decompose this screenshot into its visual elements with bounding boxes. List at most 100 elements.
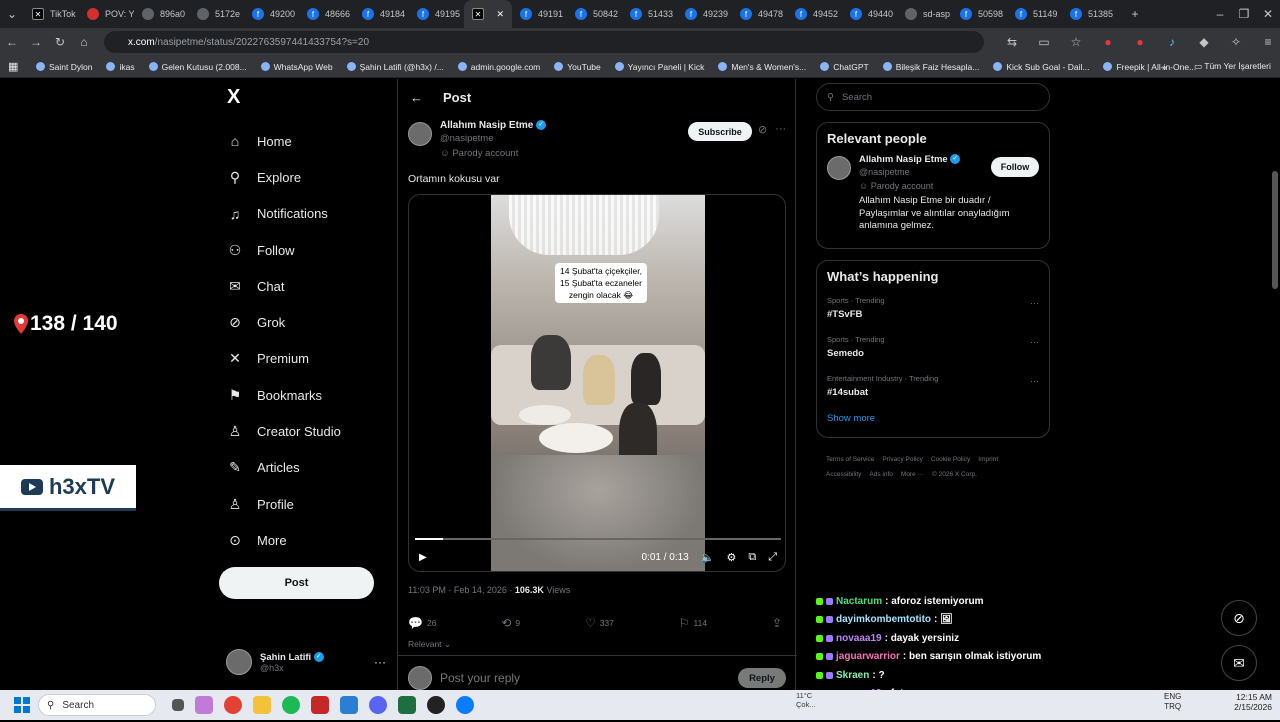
author-handle[interactable]: @nasipetme	[440, 133, 546, 144]
browser-tab[interactable]: f 51385	[1062, 0, 1117, 28]
chat-username[interactable]: jaguarwarrior	[836, 651, 900, 662]
back-icon[interactable]: ←	[0, 30, 24, 54]
extensions-puzzle-icon[interactable]: ✧	[1224, 30, 1248, 54]
browser-tab[interactable]: ✕ ✕	[464, 0, 512, 28]
volume-icon[interactable]: 🔈	[701, 551, 715, 564]
reply-sort-dropdown[interactable]: Relevant ⌄	[408, 639, 451, 650]
file-explorer-icon[interactable]	[253, 696, 271, 714]
grok-icon[interactable]: ⊘	[758, 123, 767, 136]
bookmark-item[interactable]: Şahin Latifi (@h3x) /...	[346, 62, 444, 72]
weather-widget[interactable]: 11°C Çok...	[796, 691, 816, 709]
nav-item-chat[interactable]: ✉ Chat	[219, 268, 389, 304]
browser-tab[interactable]: sd-asp	[897, 0, 952, 28]
nav-item-bookmarks[interactable]: ⚑ Bookmarks	[219, 377, 389, 413]
settings-app-icon[interactable]	[340, 696, 358, 714]
subscribe-button[interactable]: Subscribe	[688, 122, 752, 141]
url-field[interactable]: x.com/nasipetme/status/20227635974414337…	[104, 31, 984, 53]
bookmark-item[interactable]: YouTube	[554, 62, 601, 72]
all-bookmarks-folder[interactable]: ▭ Tüm Yer İşaretleri	[1194, 61, 1271, 72]
browser-tab[interactable]: f 49440	[842, 0, 897, 28]
browser-tab[interactable]: f 50598	[952, 0, 1007, 28]
scrollbar-thumb[interactable]	[1272, 171, 1278, 289]
extension-blue-icon[interactable]: ♪	[1160, 30, 1184, 54]
footer-link[interactable]: Ads info	[869, 471, 893, 478]
trend-more-icon[interactable]: ···	[1030, 376, 1039, 386]
browser-tab[interactable]: f 49184	[354, 0, 409, 28]
x-logo[interactable]: X	[227, 86, 389, 109]
footer-link[interactable]: More ···	[901, 471, 924, 478]
chat-username[interactable]: dayimkombemtotito	[836, 614, 931, 625]
trend-item[interactable]: Entertainment Industry · Trending #14suba…	[817, 370, 1049, 409]
bookmark-item[interactable]: WhatsApp Web	[260, 62, 333, 72]
account-switcher[interactable]: Şahin Latifi ✓ @h3x ···	[226, 645, 386, 679]
footer-link[interactable]: Cookie Policy	[931, 456, 970, 463]
video-progress-bar[interactable]	[415, 538, 781, 540]
extension-red-icon[interactable]: ●	[1096, 30, 1120, 54]
nav-item-premium[interactable]: ✕ Premium	[219, 341, 389, 377]
nav-item-follow[interactable]: ⚇ Follow	[219, 232, 389, 268]
reply-input[interactable]	[440, 671, 730, 685]
browser-tab[interactable]: ✕ TikTok	[24, 0, 79, 28]
settings-gear-icon[interactable]: ⚙	[726, 551, 736, 564]
copilot-icon[interactable]	[195, 696, 213, 714]
nav-item-profile[interactable]: ♙ Profile	[219, 486, 389, 522]
new-tab-button[interactable]: +	[1123, 2, 1147, 26]
nav-item-grok[interactable]: ⊘ Grok	[219, 304, 389, 340]
footer-link[interactable]: Imprint	[978, 456, 998, 463]
play-icon[interactable]: ▶	[419, 552, 427, 563]
repost-action[interactable]: ⟲ 9	[501, 616, 520, 630]
post-author[interactable]: Allahım Nasip Etme ✓ @nasipetme ☺ Parody…	[408, 120, 547, 159]
obs-icon[interactable]	[427, 696, 445, 714]
browser-tab[interactable]: f 49195	[409, 0, 464, 28]
forward-icon[interactable]: →	[24, 30, 48, 54]
chat-username[interactable]: Skraen	[836, 670, 869, 681]
chat-username[interactable]: Nactarum	[836, 596, 882, 607]
follow-button[interactable]: Follow	[991, 157, 1039, 177]
bookmark-item[interactable]: Bileşik Faiz Hesapla...	[882, 62, 979, 72]
nav-item-explore[interactable]: ⚲ Explore	[219, 159, 389, 195]
bookmark-item[interactable]: Men's & Women's...	[718, 62, 806, 72]
reading-list-icon[interactable]: ≡	[1256, 30, 1280, 54]
minimize-button[interactable]: –	[1208, 2, 1232, 26]
more-options-icon[interactable]: ···	[775, 123, 786, 136]
browser-tab[interactable]: f 49478	[732, 0, 787, 28]
bookmark-item[interactable]: admin.google.com	[457, 62, 540, 72]
footer-link[interactable]: Accessibility	[826, 471, 861, 478]
nav-item-home[interactable]: ⌂ Home	[219, 123, 389, 159]
nav-item-more[interactable]: ⊙ More	[219, 522, 389, 558]
search-input[interactable]: ⚲ Search	[816, 83, 1050, 111]
back-arrow-icon[interactable]: ←	[410, 90, 423, 105]
post-timestamp[interactable]: 11:03 PM · Feb 14, 2026 ·	[408, 585, 515, 595]
reply-action[interactable]: 💬 26	[408, 616, 436, 630]
browser-tab[interactable]: f 49452	[787, 0, 842, 28]
author-name[interactable]: Allahım Nasip Etme ✓	[440, 120, 547, 131]
browser-tab[interactable]: f 50842	[567, 0, 622, 28]
fullscreen-icon[interactable]: ⤢	[768, 551, 777, 564]
restore-button[interactable]: ❐	[1232, 2, 1256, 26]
excel-icon[interactable]	[398, 696, 416, 714]
extension-red2-icon[interactable]: ●	[1128, 30, 1152, 54]
bookmark-item[interactable]: ikas	[106, 62, 135, 72]
show-more-link[interactable]: Show more	[817, 409, 1049, 434]
browser-tab[interactable]: 5172e	[189, 0, 244, 28]
close-window-button[interactable]: ✕	[1256, 2, 1280, 26]
tab-search-button[interactable]: ⌄	[0, 2, 24, 26]
messenger-icon[interactable]	[456, 696, 474, 714]
reload-icon[interactable]: ↻	[48, 30, 72, 54]
extension-diamond-icon[interactable]: ◆	[1192, 30, 1216, 54]
video-player[interactable]: 14 Şubat'ta çiçekçiler, 15 Şubat'ta ecza…	[408, 194, 786, 572]
reply-button[interactable]: Reply	[738, 668, 786, 688]
translate-icon[interactable]: ⇆	[1000, 30, 1024, 54]
bookmark-item[interactable]: ChatGPT	[820, 62, 869, 72]
browser-tab[interactable]: f 49191	[512, 0, 567, 28]
share-action[interactable]: ⇪	[772, 616, 782, 630]
browser-tab[interactable]: f 51149	[1007, 0, 1062, 28]
bookmarks-overflow-icon[interactable]: »	[1162, 62, 1167, 72]
bookmark-item[interactable]: Saint Dylon	[36, 62, 92, 72]
like-action[interactable]: ♡ 337	[585, 616, 614, 630]
trend-more-icon[interactable]: ···	[1030, 298, 1039, 308]
browser-tab[interactable]: 896a0	[134, 0, 189, 28]
close-tab-icon[interactable]: ✕	[496, 9, 504, 20]
apps-grid-icon[interactable]: ▦	[8, 60, 18, 73]
footer-link[interactable]: © 2026 X Corp.	[932, 471, 977, 478]
